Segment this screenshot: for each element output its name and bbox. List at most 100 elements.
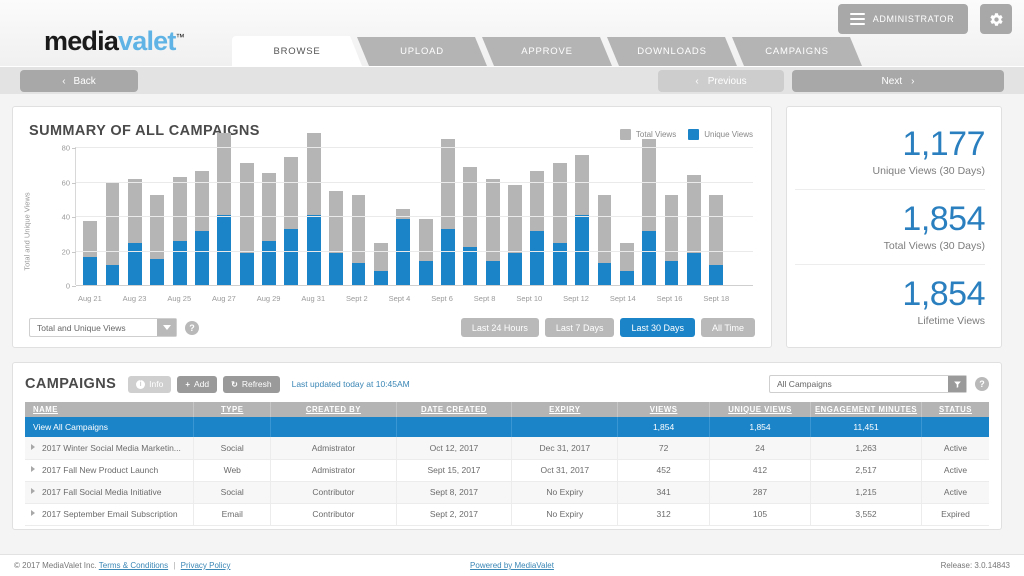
footer-left: © 2017 MediaValet Inc. Terms & Condition…	[14, 561, 230, 570]
bar-segment-unique-views	[486, 261, 500, 285]
cell-engagement-minutes: 1,263	[811, 437, 922, 459]
range-last-30-days[interactable]: Last 30 Days	[620, 318, 695, 337]
refresh-icon: ↻	[231, 380, 238, 389]
tab-upload[interactable]: UPLOAD	[357, 37, 487, 66]
table-row[interactable]: 2017 Winter Social Media Marketin...Soci…	[25, 437, 989, 459]
settings-button[interactable]	[980, 4, 1012, 34]
funnel-icon[interactable]	[948, 376, 966, 392]
bar-segment-total-views	[329, 191, 343, 253]
expand-row-caret-icon[interactable]	[31, 444, 35, 450]
bar-segment-unique-views	[396, 219, 410, 285]
chart-gridline: 80	[76, 147, 753, 148]
cell-type: Social	[194, 437, 271, 459]
bar-segment-unique-views	[284, 229, 298, 285]
info-icon: i	[136, 380, 145, 389]
chart-x-tick-label: Sept 16	[657, 294, 683, 303]
chart-plot-area: Total and Unique Views 020406080 Aug 21A…	[29, 147, 755, 307]
table-row[interactable]: 2017 Fall New Product LaunchWebAdmistrat…	[25, 459, 989, 481]
column-header-engagement-minutes[interactable]: ENGAGEMENT MINUTES	[811, 402, 922, 417]
chart-x-tick-label	[453, 294, 474, 303]
previous-button[interactable]: ‹ Previous	[658, 70, 784, 92]
bar-segment-unique-views	[106, 265, 120, 285]
bar-segment-total-views	[150, 195, 164, 259]
bar-segment-total-views	[307, 133, 321, 215]
summary-cell-views: 1,854	[618, 417, 710, 437]
column-header-name[interactable]: NAME	[25, 402, 194, 417]
cell-name: 2017 Fall New Product Launch	[25, 459, 194, 481]
column-header-expiry[interactable]: EXPIRY	[512, 402, 618, 417]
bar-segment-total-views	[486, 179, 500, 261]
expand-row-caret-icon[interactable]	[31, 466, 35, 472]
column-header-created-by[interactable]: CREATED BY	[271, 402, 396, 417]
table-summary-row[interactable]: View All Campaigns1,8541,85411,451	[25, 417, 989, 437]
chart-y-tick-label: 80	[62, 144, 70, 153]
bar-segment-total-views	[463, 167, 477, 247]
info-button[interactable]: i Info	[128, 376, 171, 393]
tab-campaigns[interactable]: CAMPAIGNS	[732, 37, 862, 66]
cell-date-created: Sept 2, 2017	[396, 503, 512, 525]
footer-copyright: © 2017 MediaValet Inc.	[14, 561, 97, 570]
info-button-label: Info	[149, 379, 163, 389]
tab-browse[interactable]: BROWSE	[232, 36, 362, 66]
cell-views: 341	[618, 481, 710, 503]
stat-value: 1,854	[795, 202, 985, 238]
mediavalet-logo[interactable]: mediavalet™	[44, 28, 184, 55]
legend-swatch-unique-views	[688, 129, 699, 140]
expand-row-caret-icon[interactable]	[31, 488, 35, 494]
column-header-views[interactable]: VIEWS	[618, 402, 710, 417]
bar-segment-unique-views	[530, 231, 544, 285]
stat-total-views-30-days: 1,854 Total Views (30 Days)	[795, 189, 985, 264]
add-button[interactable]: + Add	[177, 376, 217, 393]
campaign-filter-select[interactable]: All Campaigns	[769, 375, 967, 393]
chart-help-icon[interactable]: ?	[185, 321, 199, 335]
table-row[interactable]: 2017 Fall Social Media InitiativeSocialC…	[25, 481, 989, 503]
chart-x-tick-label: Aug 21	[78, 294, 102, 303]
campaign-filter-value: All Campaigns	[777, 379, 832, 389]
refresh-button[interactable]: ↻ Refresh	[223, 376, 279, 393]
range-last-24-hours[interactable]: Last 24 Hours	[461, 318, 539, 337]
campaign-name-text: 2017 Fall New Product Launch	[42, 465, 158, 475]
powered-by-link[interactable]: Powered by MediaValet	[470, 561, 554, 570]
chart-gridline: 0	[76, 285, 753, 286]
chart-x-tick-label: Sept 4	[389, 294, 411, 303]
privacy-link[interactable]: Privacy Policy	[181, 561, 231, 570]
column-header-type[interactable]: TYPE	[194, 402, 271, 417]
campaigns-table: NAME TYPE CREATED BY DATE CREATED EXPIRY…	[25, 402, 989, 526]
plus-icon: +	[185, 380, 190, 389]
campaign-name-text: 2017 Fall Social Media Initiative	[42, 487, 162, 497]
administrator-menu-button[interactable]: ADMINISTRATOR	[838, 4, 968, 34]
column-header-date-created[interactable]: DATE CREATED	[396, 402, 512, 417]
tab-downloads[interactable]: DOWNLOADS	[607, 37, 737, 66]
chevron-down-icon[interactable]	[157, 319, 176, 336]
back-button[interactable]: ‹ Back	[20, 70, 138, 92]
metric-select[interactable]: Total and Unique Views	[29, 318, 177, 337]
cell-expiry: Dec 31, 2017	[512, 437, 618, 459]
bar-segment-total-views	[687, 175, 701, 253]
chart-x-tick-label	[410, 294, 431, 303]
bar-segment-total-views	[575, 155, 589, 215]
table-row[interactable]: 2017 September Email SubscriptionEmailCo…	[25, 503, 989, 525]
chart-x-tick-label	[636, 294, 657, 303]
range-last-7-days[interactable]: Last 7 Days	[545, 318, 615, 337]
next-button[interactable]: Next ›	[792, 70, 1004, 92]
cell-expiry: No Expiry	[512, 481, 618, 503]
gear-icon	[989, 12, 1004, 27]
column-header-status[interactable]: STATUS	[921, 402, 989, 417]
stat-lifetime-views: 1,854 Lifetime Views	[795, 264, 985, 339]
terms-link[interactable]: Terms & Conditions	[99, 561, 168, 570]
legend-label-unique-views: Unique Views	[704, 130, 753, 139]
expand-row-caret-icon[interactable]	[31, 510, 35, 516]
chart-x-tick-label	[146, 294, 167, 303]
tab-approve[interactable]: APPROVE	[482, 37, 612, 66]
campaigns-help-icon[interactable]: ?	[975, 377, 989, 391]
chart-y-tick-label: 20	[62, 247, 70, 256]
chart-x-tick-label	[280, 294, 301, 303]
range-all-time[interactable]: All Time	[701, 318, 755, 337]
column-header-unique-views[interactable]: UNIQUE VIEWS	[709, 402, 810, 417]
chart-x-tick-label: Aug 27	[212, 294, 236, 303]
bar-segment-unique-views	[128, 243, 142, 285]
cell-unique-views: 105	[709, 503, 810, 525]
bar-segment-unique-views	[240, 253, 254, 285]
chart-x-tick-label	[191, 294, 212, 303]
bar-segment-unique-views	[553, 243, 567, 285]
